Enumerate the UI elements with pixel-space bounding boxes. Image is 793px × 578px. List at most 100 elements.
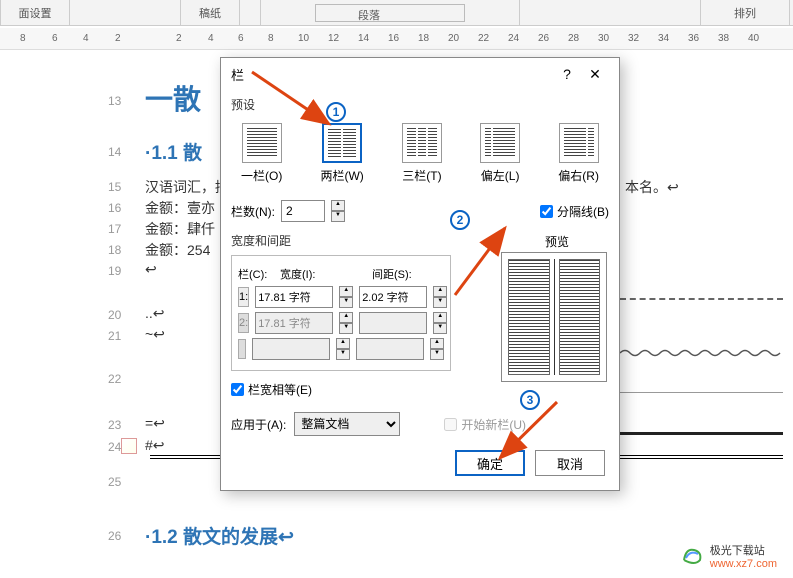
presets-label: 预设 <box>231 96 609 113</box>
preset-label: 两栏(W) <box>320 167 363 184</box>
preset-three-columns[interactable]: 三栏(T) <box>402 123 442 184</box>
equal-width-checkbox-input[interactable] <box>231 383 244 396</box>
preset-two-columns[interactable]: 两栏(W) <box>320 123 363 184</box>
col-2-button: 2: <box>238 313 249 333</box>
apply-to-select[interactable]: 整篇文档 <box>294 412 400 436</box>
annotation-badge-1: 1 <box>326 102 346 122</box>
spin-up-icon: ▲ <box>339 312 353 323</box>
preset-label: 偏右(R) <box>558 167 599 184</box>
equal-width-checkbox[interactable]: 栏宽相等(E) <box>231 381 609 398</box>
preset-one-column[interactable]: 一栏(O) <box>241 123 282 184</box>
preset-label: 一栏(O) <box>241 167 282 184</box>
spacing-header-label: 间距(S): <box>372 266 412 282</box>
watermark-logo-icon <box>680 544 704 568</box>
doc-heading-12: ·1.2 散文的发展↩ <box>145 522 294 549</box>
doc-heading-1: 一散 <box>145 78 201 118</box>
spin-down-icon[interactable]: ▼ <box>339 297 353 308</box>
separator-checkbox-input[interactable] <box>540 205 553 218</box>
doc-line: 金额：254 <box>145 240 210 260</box>
ribbon-group-page-setup[interactable]: 面设置 <box>0 0 70 26</box>
spin-down-icon[interactable]: ▼ <box>433 297 447 308</box>
width-header-label: 宽度(I): <box>280 266 366 282</box>
preset-label: 三栏(T) <box>402 167 441 184</box>
col-2-width-input <box>255 312 333 334</box>
new-column-checkbox: 开始新栏(U) <box>444 416 526 433</box>
preset-label: 偏左(L) <box>481 167 520 184</box>
dialog-titlebar[interactable]: 栏 ? ✕ <box>221 58 619 90</box>
cancel-button[interactable]: 取消 <box>535 450 605 476</box>
ruler: 8 6 4 2 2 4 6 8 10 12 14 16 18 20 22 24 … <box>0 28 793 50</box>
spin-down-icon[interactable]: ▼ <box>331 211 345 222</box>
doc-line: 金额：壹亦 <box>145 198 215 218</box>
annotation-badge-3: 3 <box>520 390 540 410</box>
ribbon-group-paragraph[interactable] <box>260 0 520 26</box>
annotation-badge-2: 2 <box>450 210 470 230</box>
watermark: 极光下载站 www.xz7.com <box>680 542 777 570</box>
new-column-checkbox-input <box>444 418 457 431</box>
line-number: 23 <box>108 418 121 432</box>
margin-note-icon[interactable] <box>121 438 137 454</box>
col-3-spacing-input <box>356 338 424 360</box>
line-number: 13 <box>108 94 121 108</box>
spin-down-icon: ▼ <box>339 323 353 334</box>
preset-left[interactable]: 偏左(L) <box>480 123 520 184</box>
spin-up-icon[interactable]: ▲ <box>331 200 345 211</box>
separator-checkbox-label: 分隔线(B) <box>557 203 609 220</box>
line-number: 22 <box>108 372 121 386</box>
spin-down-icon: ▼ <box>430 349 444 360</box>
width-spacing-label: 宽度和间距 <box>231 232 291 249</box>
doc-line-end: 本名。↩ <box>625 177 679 197</box>
apply-to-label: 应用于(A): <box>231 416 286 433</box>
ribbon-group-paper[interactable]: 稿纸 <box>180 0 240 26</box>
spin-down-icon: ▼ <box>433 323 447 334</box>
ok-button[interactable]: 确定 <box>455 450 525 476</box>
col-count-input[interactable] <box>281 200 325 222</box>
ribbon-label-paragraph: 段落 <box>358 7 380 23</box>
spin-up-icon[interactable]: ▲ <box>339 286 353 297</box>
line-number: 25 <box>108 475 121 489</box>
col-3-width-input <box>252 338 330 360</box>
doc-line: ↩ <box>145 261 157 278</box>
doc-line: ..↩ <box>145 305 165 322</box>
preview-label: 预览 <box>545 233 569 250</box>
line-number: 20 <box>108 308 121 322</box>
line-number: 26 <box>108 529 121 543</box>
separator-checkbox[interactable]: 分隔线(B) <box>540 203 609 220</box>
spin-up-icon: ▲ <box>336 338 350 349</box>
line-number: 14 <box>108 145 121 159</box>
line-number: 18 <box>108 243 121 257</box>
col-header-label: 栏(C): <box>238 266 274 282</box>
line-number: 15 <box>108 180 121 194</box>
new-column-label: 开始新栏(U) <box>461 416 526 433</box>
doc-line: #↩ <box>145 437 165 454</box>
ribbon-group-arrange[interactable]: 排列 <box>700 0 790 26</box>
watermark-name: 极光下载站 <box>710 542 777 558</box>
line-number: 16 <box>108 201 121 215</box>
help-button[interactable]: ? <box>553 66 581 82</box>
doc-single-line <box>620 392 783 393</box>
col-2-spacing-input <box>359 312 427 334</box>
doc-wavy-line <box>620 348 783 503</box>
spin-up-icon: ▲ <box>430 338 444 349</box>
col-count-label: 栏数(N): <box>231 203 275 220</box>
doc-dotted-line <box>620 298 783 300</box>
doc-line: 汉语词汇，拼 <box>145 177 229 197</box>
watermark-url: www.xz7.com <box>710 558 777 570</box>
line-number: 19 <box>108 264 121 278</box>
col-1-button[interactable]: 1: <box>238 287 249 307</box>
close-button[interactable]: ✕ <box>581 66 609 83</box>
spin-up-icon[interactable]: ▲ <box>433 286 447 297</box>
equal-width-label: 栏宽相等(E) <box>248 381 312 398</box>
doc-line: 金额：肆仟 <box>145 219 215 239</box>
line-number: 17 <box>108 222 121 236</box>
preview-box <box>501 252 607 382</box>
spin-down-icon: ▼ <box>336 349 350 360</box>
col-1-spacing-input[interactable] <box>359 286 427 308</box>
spin-up-icon: ▲ <box>433 312 447 323</box>
doc-line: ~↩ <box>145 326 165 343</box>
line-number: 24 <box>108 440 121 454</box>
doc-heading-11: ·1.1 散 <box>145 138 202 165</box>
preset-right[interactable]: 偏右(R) <box>558 123 599 184</box>
col-1-width-input[interactable] <box>255 286 333 308</box>
doc-line: =↩ <box>145 415 165 432</box>
